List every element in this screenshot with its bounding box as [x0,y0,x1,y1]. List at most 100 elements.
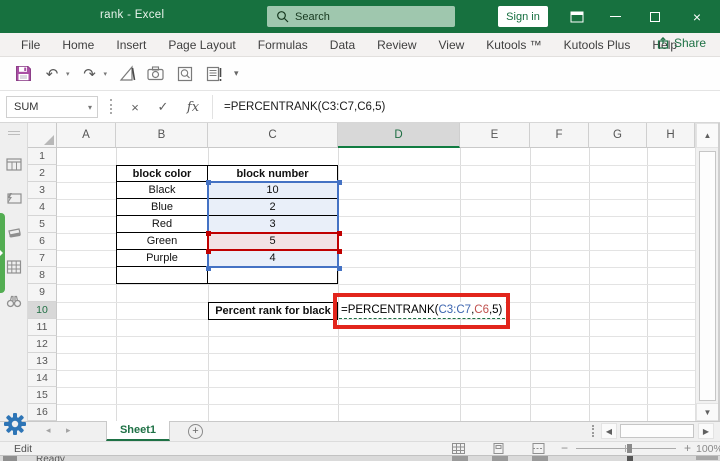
row-header-6[interactable]: 6 [28,233,57,251]
tab-insert[interactable]: Insert [105,33,157,57]
tab-data[interactable]: Data [319,33,366,57]
cell-C7[interactable]: 4 [208,250,338,268]
close-button[interactable]: × [680,0,714,33]
enter-button[interactable]: ✓ [152,96,174,118]
row-header-5[interactable]: 5 [28,216,57,234]
row-header-1[interactable]: 1 [28,148,57,166]
column-header-A[interactable]: A [57,123,116,148]
workbook-pane-icon[interactable] [6,157,22,173]
normal-view-button[interactable] [452,443,465,454]
zoom-in-button[interactable]: + [684,441,691,455]
formula-bar-input[interactable]: =PERCENTRANK(C3:C7,C6,5) [224,101,385,113]
cell-B6[interactable]: Green [116,233,208,251]
maximize-button[interactable] [638,0,672,33]
tab-page-layout[interactable]: Page Layout [157,33,246,57]
sheet-tab-sheet1[interactable]: Sheet1 [106,421,170,441]
cell-C5[interactable]: 3 [208,216,338,234]
row-header-15[interactable]: 15 [28,386,57,404]
tabbar-grip[interactable] [592,425,594,437]
zoom-out-button[interactable]: − [561,441,568,455]
columns-grid-icon[interactable] [6,259,22,275]
tab-home[interactable]: Home [51,33,105,57]
tab-formulas[interactable]: Formulas [247,33,319,57]
properties-button[interactable] [205,65,223,83]
cell-C3[interactable]: 10 [208,182,338,200]
sheet-nav-right-button[interactable]: ▸ [66,425,71,436]
tab-review[interactable]: Review [366,33,427,57]
name-box-dropdown-chevron[interactable]: ▾ [88,103,92,112]
sheet-nav-left-button[interactable]: ◂ [46,425,51,436]
column-header-H[interactable]: H [647,123,695,148]
select-all-button[interactable] [28,123,57,148]
column-header-F[interactable]: F [530,123,589,148]
column-header-E[interactable]: E [460,123,530,148]
row-header-10[interactable]: 10 [28,301,57,319]
name-box[interactable]: SUM ▾ [6,96,98,118]
minimize-button[interactable] [598,0,632,33]
spreadsheet-grid[interactable]: Percent rank for black =PERCENTRANK(C3:C… [28,123,695,441]
sidebar-drag-handle[interactable] [8,131,20,135]
column-header-D[interactable]: D [338,123,460,148]
camera-button[interactable] [147,65,165,83]
cell-B2-header[interactable]: block color [116,165,208,183]
printer-icon[interactable] [6,225,22,241]
scroll-down-button[interactable]: ▼ [696,403,719,421]
hscroll-right-button[interactable]: ▶ [698,423,714,439]
horizontal-scrollbar-thumb[interactable] [620,424,694,438]
insert-function-button[interactable]: fx [182,96,204,118]
set-square-button[interactable] [118,65,136,83]
row-header-9[interactable]: 9 [28,284,57,302]
scroll-up-button[interactable]: ▲ [696,123,719,148]
qat-overflow-chevron[interactable]: ▾ [234,68,239,79]
vertical-scrollbar-thumb[interactable] [699,151,716,401]
hscroll-left-button[interactable]: ◀ [601,423,617,439]
row-header-7[interactable]: 7 [28,250,57,268]
cell-B7[interactable]: Purple [116,250,208,268]
formula-bar-grip[interactable] [110,99,112,114]
row-header-2[interactable]: 2 [28,165,57,183]
tab-kutools-plus[interactable]: Kutools Plus [553,33,642,57]
page-layout-view-button[interactable] [492,443,505,454]
share-button[interactable]: Share [657,36,706,50]
row-header-4[interactable]: 4 [28,199,57,217]
column-header-C[interactable]: C [208,123,338,148]
cell-B4[interactable]: Blue [116,199,208,217]
column-header-B[interactable]: B [116,123,208,148]
tab-file[interactable]: File [10,33,51,57]
cell-C10-label[interactable]: Percent rank for black [208,301,338,320]
cell-B3[interactable]: Black [116,182,208,200]
ribbon-display-options-button[interactable] [560,0,594,33]
sign-in-button[interactable]: Sign in [498,6,548,27]
binoculars-icon[interactable] [6,293,22,309]
cell-C2-header[interactable]: block number [208,165,338,183]
row-header-12[interactable]: 12 [28,335,57,353]
row-header-11[interactable]: 11 [28,318,57,336]
row-header-14[interactable]: 14 [28,369,57,387]
cell-B5[interactable]: Red [116,216,208,234]
tab-view[interactable]: View [428,33,476,57]
quick-pane-icon[interactable] [6,191,22,207]
zoom-level-label[interactable]: 100% [696,443,720,455]
zoom-slider-thumb[interactable] [627,444,632,453]
cell-C6[interactable]: 5 [208,233,338,251]
search-box[interactable]: Search [267,6,455,27]
row-header-13[interactable]: 13 [28,352,57,370]
add-sheet-button[interactable]: + [188,424,203,439]
vertical-scrollbar[interactable]: ▲ ▼ [695,123,719,441]
save-button[interactable] [14,65,32,83]
undo-button[interactable]: ↶ [43,65,61,83]
cell-C8[interactable] [208,267,338,285]
sidebar-collapsed-pane-bar[interactable] [0,213,5,293]
print-preview-button[interactable] [176,65,194,83]
page-break-view-button[interactable] [532,443,545,454]
kutools-settings-button[interactable] [3,412,27,436]
redo-button[interactable]: ↷ [81,65,99,83]
row-header-16[interactable]: 16 [28,403,57,421]
cell-C4[interactable]: 2 [208,199,338,217]
zoom-slider-track[interactable] [576,448,676,449]
redo-dropdown-chevron[interactable]: ▾ [104,70,108,78]
row-header-8[interactable]: 8 [28,267,57,285]
undo-dropdown-chevron[interactable]: ▾ [66,70,70,78]
row-header-3[interactable]: 3 [28,182,57,200]
cell-B8[interactable] [116,267,208,285]
